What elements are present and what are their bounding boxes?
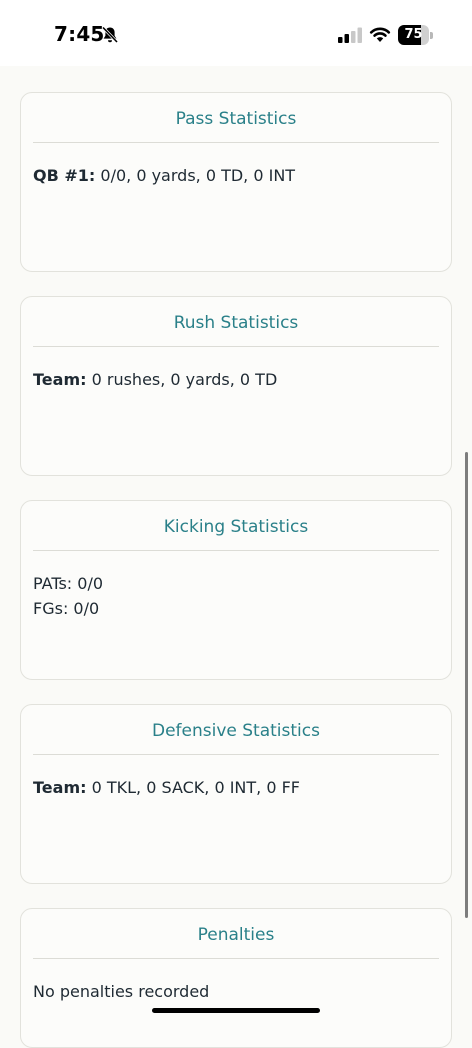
home-indicator[interactable] [152,1008,320,1013]
stat-value: 0 rushes, 0 yards, 0 TD [86,370,278,389]
card-divider [33,958,439,959]
stat-value: 0/0, 0 yards, 0 TD, 0 INT [95,166,296,185]
card-title-defensive-statistics: Defensive Statistics [152,721,320,741]
battery-tip [430,32,433,39]
stat-label: Team: [33,370,87,389]
vertical-scrollbar[interactable] [465,452,468,918]
rush-statistics-card: Rush Statistics Team: 0 rushes, 0 yards,… [20,296,452,476]
card-title-penalties: Penalties [197,925,275,945]
bell-off-icon [100,25,120,45]
card-divider [33,550,439,551]
card-divider [33,346,439,347]
card-body: Team: 0 rushes, 0 yards, 0 TD [33,367,439,392]
penalties-card: Penalties No penalties recorded [20,908,452,1048]
defensive-statistics-card: Defensive Statistics Team: 0 TKL, 0 SACK… [20,704,452,884]
stat-line: Team: 0 rushes, 0 yards, 0 TD [33,367,439,392]
card-body: Team: 0 TKL, 0 SACK, 0 INT, 0 FF [33,775,439,800]
stat-value: 0 TKL, 0 SACK, 0 INT, 0 FF [86,778,301,797]
cellular-signal-icon [338,27,364,43]
card-divider [33,754,439,755]
card-title-kicking-statistics: Kicking Statistics [163,517,309,537]
status-time: 7:45 [54,22,105,46]
card-body: PATs: 0/0 FGs: 0/0 [33,571,439,621]
battery-body: 75 [398,25,429,45]
stat-line: Team: 0 TKL, 0 SACK, 0 INT, 0 FF [33,775,439,800]
status-bar: 7:45 75 [0,0,472,66]
stat-line: QB #1: 0/0, 0 yards, 0 TD, 0 INT [33,163,439,188]
card-title-pass-statistics: Pass Statistics [175,109,297,129]
stat-line-pats: PATs: 0/0 [33,574,104,593]
pass-statistics-card: Pass Statistics QB #1: 0/0, 0 yards, 0 T… [20,92,452,272]
stat-label: Team: [33,778,87,797]
wifi-icon [369,25,391,43]
kicking-statistics-card: Kicking Statistics PATs: 0/0 FGs: 0/0 [20,500,452,680]
battery-level: 75 [404,27,423,42]
card-title-rush-statistics: Rush Statistics [173,313,299,333]
card-body: QB #1: 0/0, 0 yards, 0 TD, 0 INT [33,163,439,188]
battery-icon: 75 [398,25,434,45]
no-penalties-text: No penalties recorded [33,982,210,1001]
card-body: No penalties recorded [33,979,439,1004]
stat-line-fgs: FGs: 0/0 [33,599,100,618]
card-divider [33,142,439,143]
stat-label: QB #1: [33,166,96,185]
